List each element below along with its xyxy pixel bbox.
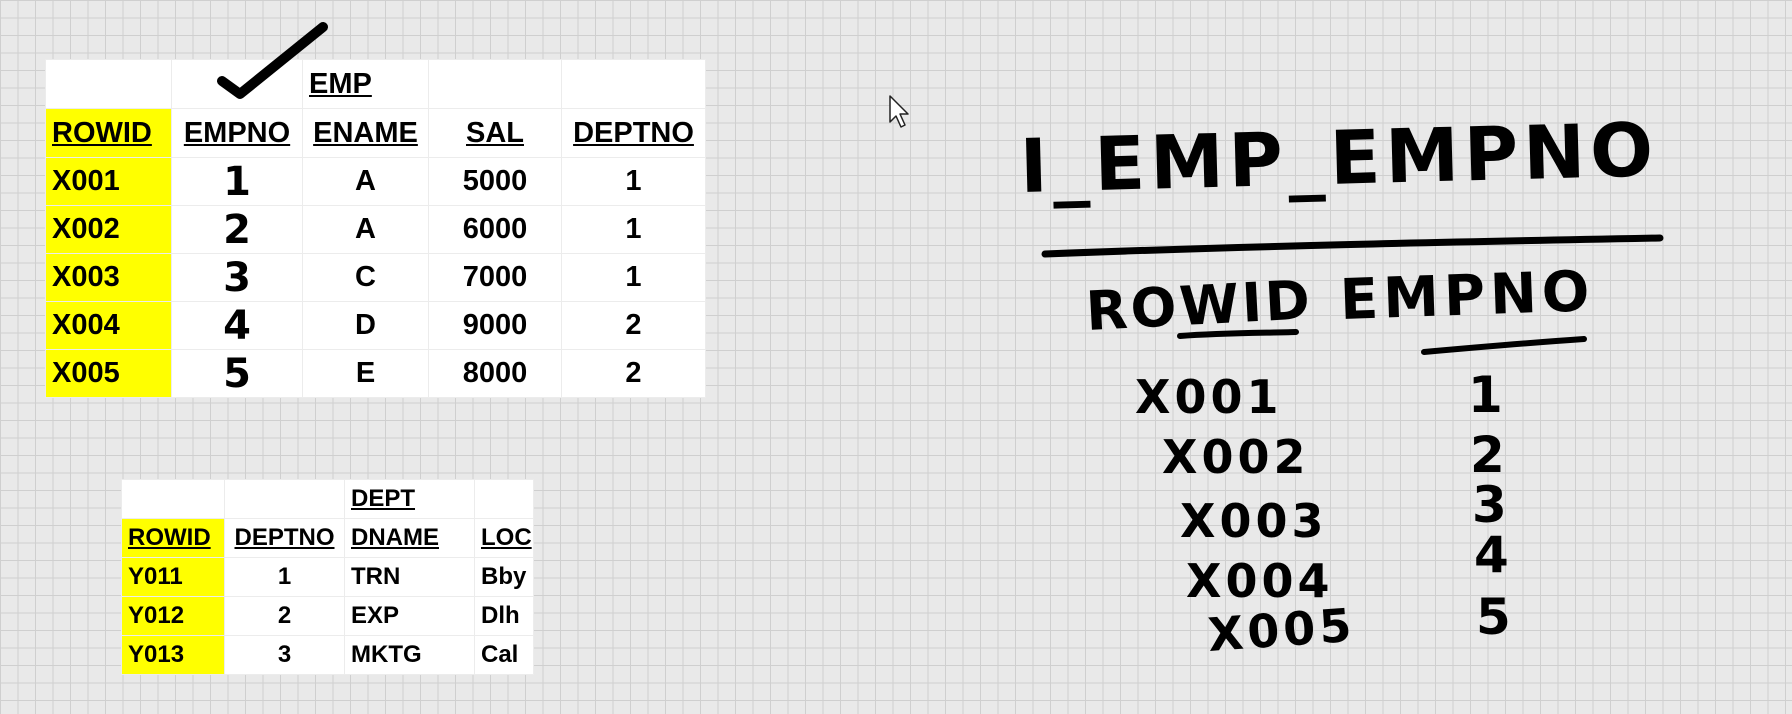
index-empno-value: 5 [1476,588,1511,646]
index-rowid-value: X001 [1135,370,1283,424]
index-rowid-header: ROWID [1084,268,1315,343]
index-title-underline [1041,234,1664,258]
annotation-layer [217,22,1664,355]
index-rowid-value: X005 [1206,597,1358,662]
index-empno-header: EMPNO [1338,259,1596,333]
index-rowid-value: X003 [1180,494,1328,548]
mouse-pointer-icon [889,95,909,128]
index-rowid-value: X002 [1162,430,1310,484]
empno-header-underline [1421,336,1587,355]
checkmark-annotation [217,22,328,99]
index-empno-value: 1 [1468,366,1503,424]
index-empno-value: 4 [1474,526,1509,584]
index-title: I_EMP_EMPNO [1018,107,1660,210]
